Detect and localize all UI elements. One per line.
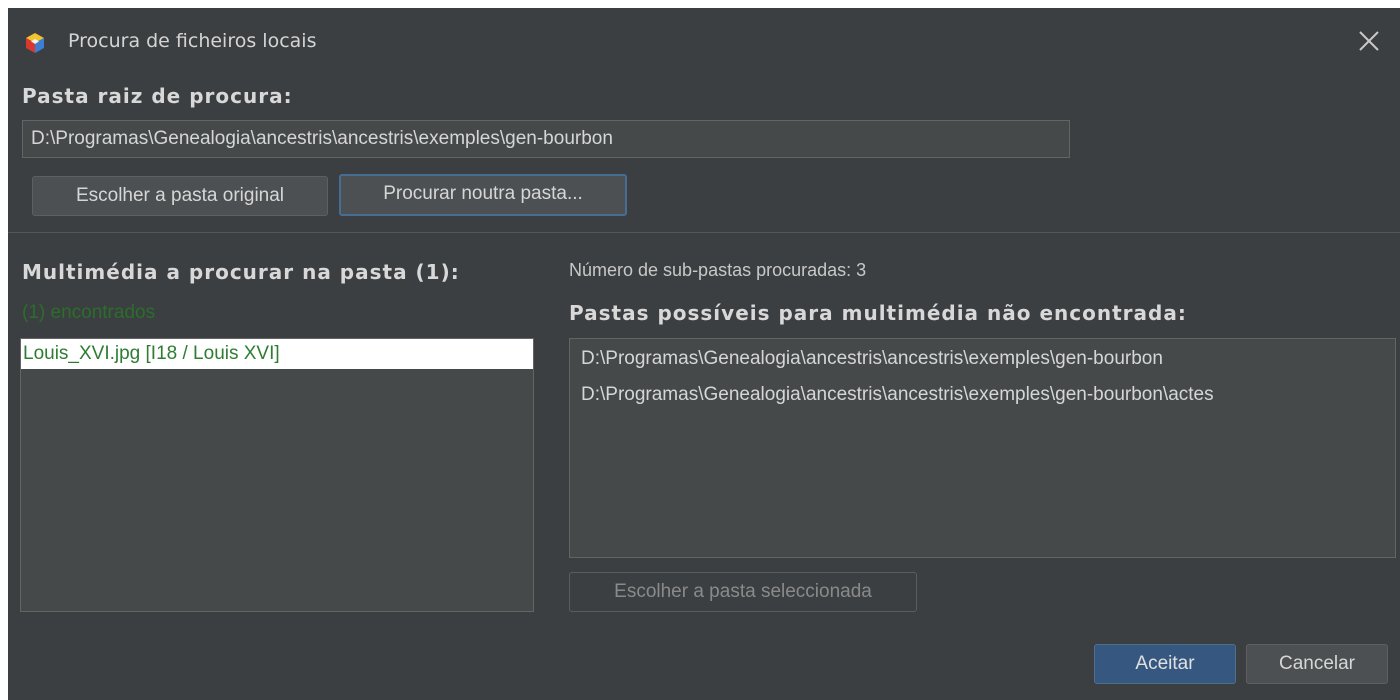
app-cube-icon xyxy=(24,32,46,54)
close-icon[interactable] xyxy=(1352,24,1386,58)
possible-folders-heading: Pastas possíveis para multimédia não enc… xyxy=(569,301,1187,325)
dialog-window: Procura de ficheiros locais Pasta raiz d… xyxy=(8,8,1400,700)
root-folder-path-field[interactable]: D:\Programas\Genealogia\ancestris\ancest… xyxy=(22,120,1070,158)
subfolders-count-label: Número de sub-pastas procuradas: 3 xyxy=(569,260,867,280)
root-folder-heading: Pasta raiz de procura: xyxy=(22,84,293,108)
separator xyxy=(8,232,1400,233)
possible-folders-list[interactable]: D:\Programas\Genealogia\ancestris\ancest… xyxy=(569,338,1396,558)
folder-list-item[interactable]: D:\Programas\Genealogia\ancestris\ancest… xyxy=(570,377,1395,413)
cancel-button[interactable]: Cancelar xyxy=(1246,644,1388,684)
media-list[interactable]: Louis_XVI.jpg [I18 / Louis XVI] xyxy=(20,338,534,612)
media-list-item[interactable]: Louis_XVI.jpg [I18 / Louis XVI] xyxy=(21,339,533,369)
folder-list-item[interactable]: D:\Programas\Genealogia\ancestris\ancest… xyxy=(570,341,1395,377)
media-heading: Multimédia a procurar na pasta (1): xyxy=(22,260,460,284)
window-title: Procura de ficheiros locais xyxy=(68,30,317,52)
found-count-label: (1) encontrados xyxy=(22,302,156,323)
choose-selected-folder-button[interactable]: Escolher a pasta seleccionada xyxy=(569,572,917,612)
title-bar: Procura de ficheiros locais xyxy=(8,8,1400,76)
search-other-folder-button[interactable]: Procurar noutra pasta... xyxy=(339,174,627,216)
accept-button[interactable]: Aceitar xyxy=(1094,644,1236,684)
choose-original-folder-button[interactable]: Escolher a pasta original xyxy=(32,176,328,216)
media-list-item-label: Louis_XVI.jpg [I18 / Louis XVI] xyxy=(23,343,280,364)
